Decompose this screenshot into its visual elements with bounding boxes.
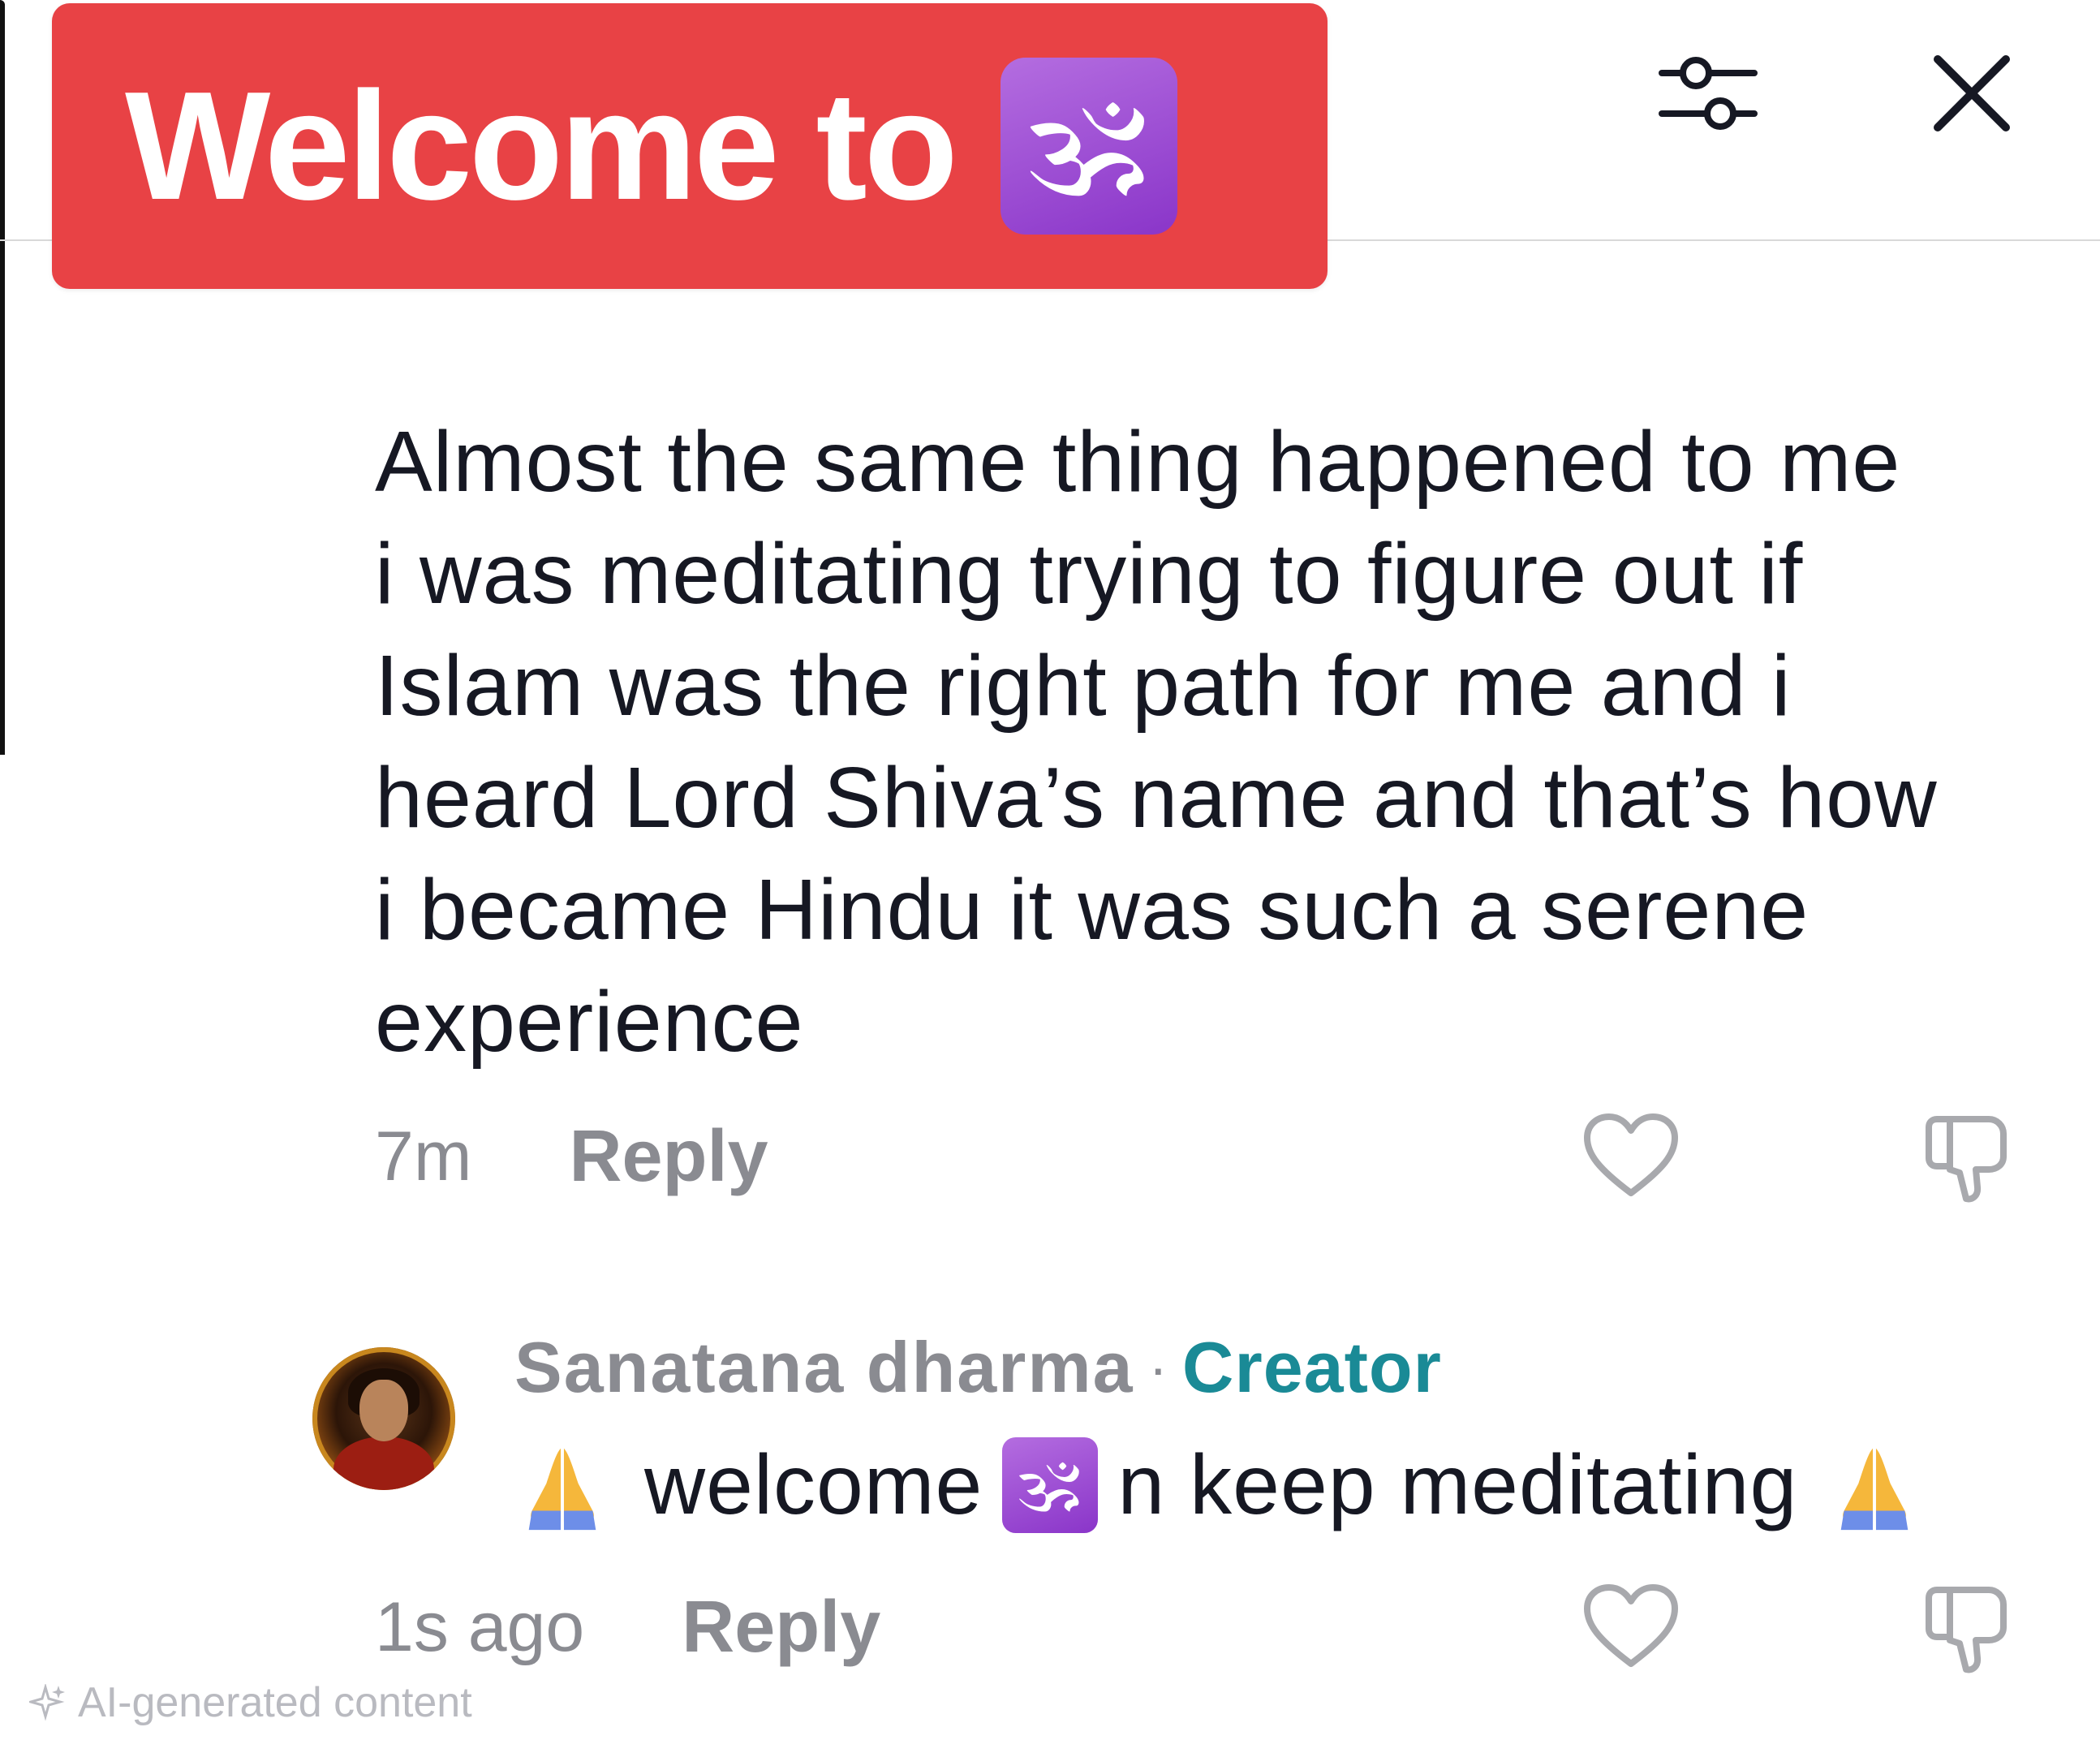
banner-text: Welcome to xyxy=(125,60,958,232)
sparkle-icon xyxy=(29,1684,65,1721)
comment-timestamp: 7m xyxy=(375,1117,472,1195)
dislike-button[interactable] xyxy=(1915,1574,2020,1680)
reply-button[interactable]: Reply xyxy=(682,1586,880,1669)
om-emoji-icon: 🕉 xyxy=(1000,58,1177,235)
creator-username[interactable]: Sanatana dharma xyxy=(514,1326,1134,1409)
like-button[interactable] xyxy=(1578,1574,1684,1680)
creator-reply-meta: 1s ago Reply xyxy=(375,1579,880,1676)
left-edge-shadow xyxy=(0,0,5,755)
comment-line: Islam was the right path for me and i xyxy=(375,638,1792,734)
comment-body: Almost the same thing happened to me i w… xyxy=(375,406,2038,1078)
filter-settings-button[interactable] xyxy=(1651,37,1765,150)
comment-meta: 7m Reply xyxy=(375,1108,768,1205)
avatar-face xyxy=(359,1380,408,1441)
thumbs-down-icon xyxy=(1926,1116,2007,1203)
heart-icon xyxy=(1584,1584,1678,1667)
close-button[interactable] xyxy=(1915,37,2029,150)
creator-reply-body: welcome 🕉 n keep meditating xyxy=(514,1428,1922,1542)
creator-avatar[interactable] xyxy=(312,1347,455,1490)
folded-hands-icon xyxy=(528,1448,596,1531)
reply-button[interactable]: Reply xyxy=(569,1115,768,1199)
ai-generated-watermark: AI-generated content xyxy=(29,1678,472,1727)
heart-icon xyxy=(1584,1113,1678,1196)
comments-panel: Welcome to 🕉 Almost the same thing happe… xyxy=(0,0,2100,1753)
creator-badge: Creator xyxy=(1181,1327,1442,1407)
avatar-robe xyxy=(334,1436,434,1490)
om-emoji-icon: 🕉 xyxy=(1002,1437,1099,1533)
folded-hands-icon xyxy=(1841,1448,1909,1531)
close-icon xyxy=(1934,55,2010,131)
thumbs-down-icon xyxy=(1926,1587,2007,1673)
comment-line: i was meditating trying to figure out if xyxy=(375,526,1804,622)
separator-dot: · xyxy=(1148,1336,1168,1399)
dislike-button[interactable] xyxy=(1915,1104,2020,1209)
reply-text-keep-meditating: n keep meditating xyxy=(1117,1437,1798,1532)
reply-text-welcome: welcome xyxy=(644,1437,983,1532)
comment-line: heard Lord Shiva’s name and that’s how xyxy=(375,750,1938,846)
welcome-banner: Welcome to 🕉 xyxy=(52,3,1328,289)
creator-header: Sanatana dharma · Creator xyxy=(514,1323,1442,1412)
comment-line: experience xyxy=(375,974,804,1070)
comment-line: Almost the same thing happened to me xyxy=(375,414,1901,510)
comment-line: i became Hindu it was such a serene xyxy=(375,862,1810,958)
ai-generated-label: AI-generated content xyxy=(78,1679,472,1726)
creator-reply-timestamp: 1s ago xyxy=(375,1587,585,1666)
sliders-icon xyxy=(1659,57,1758,130)
like-button[interactable] xyxy=(1578,1104,1684,1209)
